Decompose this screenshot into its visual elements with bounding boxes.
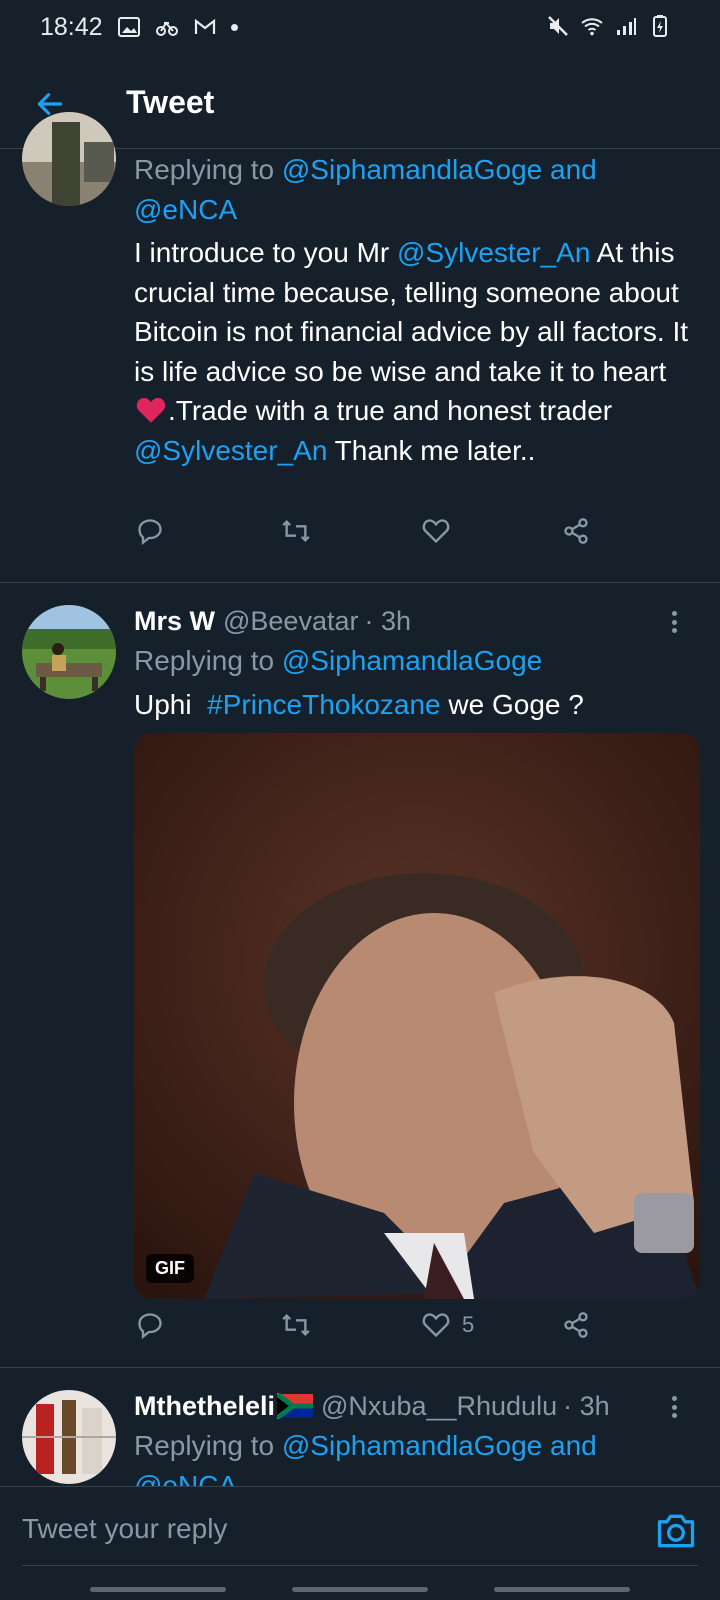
mention-link[interactable]: @Sylvester_An	[134, 435, 327, 466]
tweet-body: Replying to @SiphamandlaGoge and @eNCA I…	[134, 150, 698, 470]
more-dot-icon	[671, 628, 677, 633]
camera-icon	[657, 1514, 695, 1548]
tweet-header: Mrs W @Beevatar · 3h	[134, 601, 698, 641]
status-time: 18:42	[40, 12, 103, 41]
reply-icon	[138, 519, 162, 545]
south-africa-flag-icon	[277, 1393, 314, 1419]
avatar[interactable]	[22, 112, 116, 206]
cycling-icon	[155, 21, 178, 36]
more-options-button[interactable]	[664, 1392, 684, 1422]
share-icon	[564, 1312, 588, 1338]
tweet-reply-1[interactable]: Replying to @SiphamandlaGoge and @eNCA I…	[0, 112, 720, 584]
replying-to: Replying to @SiphamandlaGoge and @eNCA	[134, 1426, 698, 1486]
reply-button[interactable]	[136, 1311, 164, 1339]
tweet-actions	[134, 517, 614, 557]
mention-link[interactable]: @SiphamandlaGoge	[282, 645, 542, 676]
reply-icon	[138, 1313, 162, 1339]
tweet-body: Mthetheleli @Nxuba__Rhudulu · 3h Replyin…	[134, 1386, 698, 1487]
mute-icon	[548, 16, 568, 36]
mention-link[interactable]: @eNCA	[134, 194, 237, 225]
mention-link[interactable]: @SiphamandlaGoge	[282, 1430, 542, 1461]
tweet-body: Mrs W @Beevatar · 3h Replying to @Sipham…	[134, 601, 698, 725]
like-button[interactable]	[422, 517, 450, 545]
more-dot-icon	[671, 619, 677, 625]
replying-to: Replying to @SiphamandlaGoge	[134, 645, 543, 676]
tweet-text: Uphi #PrinceThokozane we Goge ?	[134, 689, 584, 720]
and-link[interactable]: and	[550, 1430, 597, 1461]
display-name[interactable]: Mrs W	[134, 606, 215, 637]
share-icon	[564, 518, 588, 544]
red-heart-emoji-icon	[136, 397, 166, 423]
mention-link[interactable]: @Sylvester_An	[397, 237, 590, 268]
like-count: 5	[462, 1312, 475, 1337]
nav-gesture-handle[interactable]	[494, 1587, 630, 1592]
retweet-button[interactable]	[280, 517, 312, 545]
retweet-icon	[282, 520, 310, 542]
reply-input[interactable]: Tweet your reply	[22, 1513, 227, 1545]
more-dot-icon	[671, 1396, 677, 1401]
heart-icon	[422, 1313, 450, 1338]
tweet-text: I introduce to you Mr @Sylvester_An At t…	[134, 237, 689, 466]
like-button[interactable]: 5	[422, 1311, 474, 1339]
avatar[interactable]	[22, 605, 116, 699]
nav-gesture-handle[interactable]	[292, 1587, 428, 1592]
avatar[interactable]	[22, 1390, 116, 1484]
user-handle[interactable]: @Nxuba__Rhudulu	[321, 1391, 557, 1422]
share-button[interactable]	[562, 517, 590, 545]
status-bar: 18:42	[0, 0, 720, 54]
camera-button[interactable]	[654, 1509, 698, 1553]
page-title: Tweet	[126, 84, 215, 120]
battery-icon	[653, 15, 667, 37]
hashtag-link[interactable]: #PrinceThokozane	[207, 689, 440, 720]
display-name[interactable]: Mthetheleli	[134, 1391, 275, 1422]
more-options-button[interactable]	[664, 607, 684, 637]
tweet-actions: 5	[134, 1311, 614, 1351]
gif-media[interactable]: GIF	[134, 733, 700, 1299]
reply-input-underline	[22, 1565, 698, 1566]
replying-to: Replying to @SiphamandlaGoge and @eNCA	[134, 154, 597, 225]
retweet-icon	[282, 1314, 310, 1336]
tweet-reply-3[interactable]: Mthetheleli @Nxuba__Rhudulu · 3h Replyin…	[0, 1368, 720, 1486]
heart-icon	[422, 519, 450, 544]
and-link[interactable]: and	[550, 154, 597, 185]
user-handle[interactable]: @Beevatar	[223, 606, 358, 637]
gmail-icon	[194, 18, 215, 34]
reply-bar: Tweet your reply	[0, 1486, 720, 1600]
gallery-icon	[117, 17, 140, 37]
gif-badge: GIF	[146, 1254, 194, 1283]
mention-link[interactable]: @SiphamandlaGoge	[282, 154, 542, 185]
tweet-time: · 3h	[563, 1390, 610, 1421]
more-dot-icon	[671, 1413, 677, 1418]
more-dot-icon	[671, 1404, 677, 1410]
mention-link[interactable]: @eNCA	[134, 1470, 237, 1486]
share-button[interactable]	[562, 1311, 590, 1339]
nav-gesture-handle[interactable]	[90, 1587, 226, 1592]
reply-button[interactable]	[136, 517, 164, 545]
notification-dot-icon	[230, 23, 238, 31]
tweet-header: Mthetheleli @Nxuba__Rhudulu · 3h	[134, 1386, 698, 1426]
gif-preview-image	[134, 733, 700, 1299]
wifi-icon	[581, 18, 603, 36]
retweet-button[interactable]	[280, 1311, 312, 1339]
tweet-time: · 3h	[364, 605, 412, 636]
more-dot-icon	[671, 611, 677, 616]
signal-icon	[617, 18, 636, 35]
